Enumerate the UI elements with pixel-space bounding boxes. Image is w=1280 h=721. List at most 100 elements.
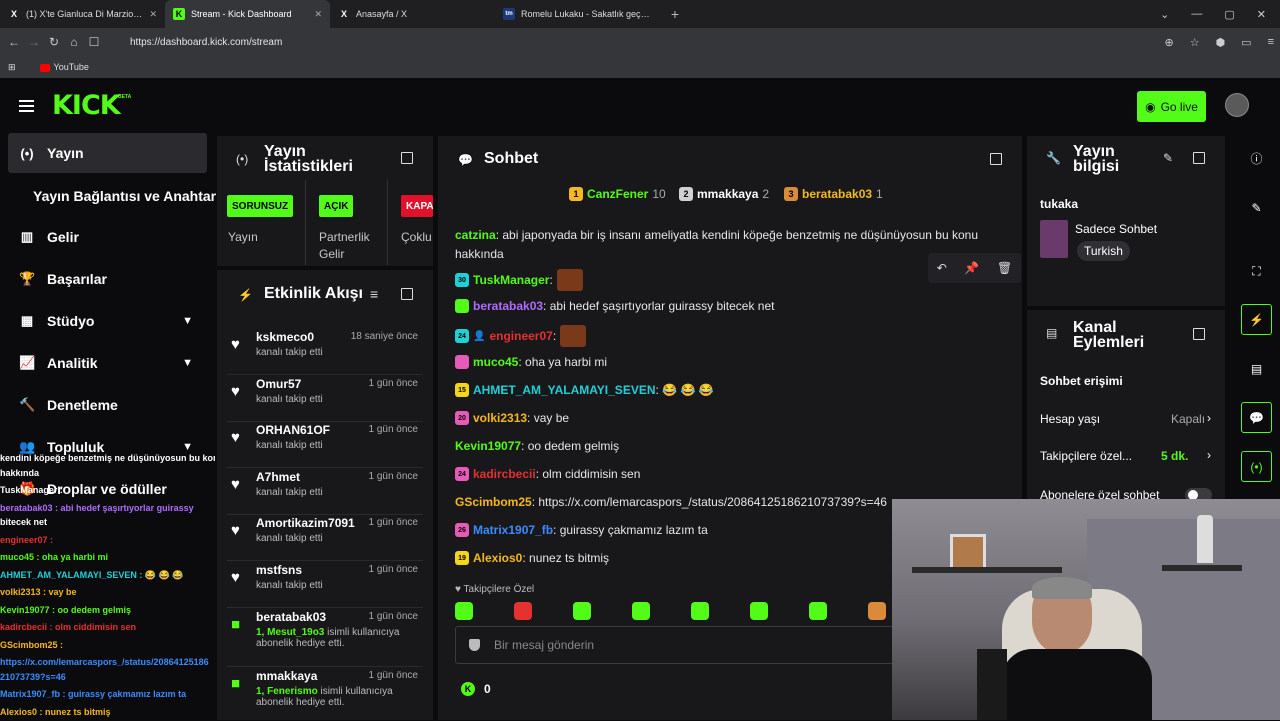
activity-user[interactable]: mmakkaya (256, 669, 317, 683)
activity-user[interactable]: kskmeco0 (256, 330, 314, 344)
chat-username[interactable]: volki2313 (473, 411, 527, 425)
minimize-icon[interactable]: — (1191, 8, 1202, 20)
kick-logo[interactable]: KICK (52, 90, 120, 121)
sidebar-icon[interactable]: ▭ (1241, 36, 1251, 49)
reload-icon[interactable]: ↻ (44, 35, 64, 49)
chat-bubble-icon[interactable]: 💬 (1241, 402, 1272, 433)
broadcast-icon[interactable]: (•) (1241, 451, 1272, 482)
activity-user[interactable]: beratabak03 (256, 610, 326, 624)
new-tab-icon[interactable]: + (665, 6, 685, 22)
close-window-icon[interactable]: ✕ (1257, 8, 1266, 21)
emote-icon[interactable] (573, 602, 591, 620)
popout-icon[interactable] (401, 288, 413, 300)
chevron-right-icon[interactable]: › (1207, 448, 1211, 462)
language-tag[interactable]: Turkish (1077, 241, 1130, 261)
activity-user[interactable]: ORHAN61OF (256, 423, 330, 437)
emote-icon[interactable] (691, 602, 709, 620)
setting-value[interactable]: Kapalı (1171, 412, 1205, 426)
chat-link[interactable]: : https://x.com/lemarcaspors_/status/208… (532, 495, 887, 509)
edit-icon[interactable]: ✎ (1163, 151, 1173, 165)
browser-tab[interactable]: X Anasayfa / X (330, 0, 495, 28)
info-icon[interactable]: ⓘ (1241, 143, 1272, 174)
popout-icon[interactable] (401, 152, 413, 164)
maximize-icon[interactable]: ▢ (1224, 8, 1234, 21)
pin-icon[interactable]: 📌 (964, 261, 979, 275)
chat-username[interactable]: kadircbecii (473, 467, 536, 481)
emote-icon[interactable] (455, 602, 473, 620)
sidebar-item-gelir[interactable]: ▥ Gelir (8, 217, 207, 257)
activity-user[interactable]: A7hmet (256, 470, 300, 484)
bookmark-youtube[interactable]: YouTube (40, 62, 89, 72)
delete-icon[interactable]: 🗑 (997, 261, 1012, 275)
chat-username[interactable]: Alexios0 (473, 551, 522, 565)
chevron-right-icon[interactable]: › (1207, 411, 1211, 425)
avatar[interactable] (1225, 93, 1249, 117)
emote-icon[interactable] (868, 602, 886, 620)
leaderboard-entry[interactable]: 2 mmakkaya 2 (679, 187, 769, 201)
gift-badge-icon (455, 299, 469, 313)
popout-icon[interactable] (1193, 152, 1205, 164)
lightning-icon[interactable]: ⚡ (1241, 304, 1272, 335)
chat-username[interactable]: beratabak03 (473, 299, 543, 313)
zoom-icon[interactable]: ⊕ (1164, 36, 1173, 49)
activity-user[interactable]: Omur57 (256, 377, 301, 391)
analytics-icon: 📈 (19, 355, 35, 371)
popout-icon[interactable] (1193, 328, 1205, 340)
kick-balance[interactable]: K 0 (461, 682, 491, 696)
bookmark-icon[interactable]: ☐ (84, 35, 104, 49)
browser-tab-active[interactable]: K Stream - Kick Dashboard ✕ (165, 0, 330, 28)
emote-icon[interactable] (632, 602, 650, 620)
home-icon[interactable]: ⌂ (64, 35, 84, 49)
leaderboard-entry[interactable]: 3 beratabak03 1 (784, 187, 883, 201)
activity-user[interactable]: mstfsns (256, 563, 302, 577)
sidebar-item-yayin[interactable]: (•) Yayın (8, 133, 207, 173)
leaderboard-entry[interactable]: 1 CanzFener 10 (569, 187, 666, 201)
sidebar-item-studyo[interactable]: ▦ Stüdyo ▼ (8, 301, 207, 341)
popout-icon[interactable] (990, 153, 1002, 165)
go-live-button[interactable]: ◉ Go live (1137, 91, 1206, 122)
chat-username[interactable]: TuskManager (473, 273, 549, 287)
activity-user[interactable]: Amortikazim7091 (256, 516, 355, 530)
chat-username[interactable]: AHMET_AM_YALAMAYI_SEVEN (473, 383, 656, 397)
chat-text: : abi japonyada bir iş insanı ameliyatla… (496, 228, 978, 242)
chat-username[interactable]: Kevin19077 (455, 439, 521, 453)
star-icon[interactable]: ☆ (1190, 36, 1200, 49)
back-icon[interactable]: ← (4, 35, 24, 49)
sidebar-item-stream-key[interactable]: Yayın Bağlantısı ve Anahtarı (33, 188, 220, 204)
chat-username[interactable]: catzina (455, 228, 496, 242)
url-field[interactable]: https://dashboard.kick.com/stream (130, 37, 282, 48)
chat-username[interactable]: muco45 (473, 355, 518, 369)
close-tab-icon[interactable]: ✕ (149, 9, 157, 20)
chat-username[interactable]: GScimbom25 (455, 495, 532, 509)
sidebar-item-denetleme[interactable]: 🔨 Denetleme (8, 385, 207, 425)
chat-username[interactable]: Matrix1907_fb (473, 523, 553, 537)
chat-username[interactable]: engineer07 (489, 329, 552, 343)
edit-icon[interactable]: ✎ (1241, 192, 1272, 223)
activity-recipient[interactable]: 1, Mesut_19o3 (256, 627, 324, 638)
sidebar-item-basarilar[interactable]: 🏆 Başarılar (8, 259, 207, 299)
sidebar-item-analitik[interactable]: 📈 Analitik ▼ (8, 343, 207, 383)
menu-icon[interactable]: ≡ (1268, 36, 1274, 49)
browser-tab[interactable]: X (1) X'te Gianluca Di Marzio: "@scnasi … (0, 0, 165, 28)
menu-icon[interactable] (19, 100, 34, 112)
screen-icon[interactable]: ⛶ (1241, 256, 1272, 287)
browser-tab[interactable]: tm Romelu Lukaku - Sakatlık geçmişi | Tr (495, 0, 665, 28)
close-tab-icon[interactable]: ✕ (314, 9, 322, 20)
extension-icon[interactable]: ⬢ (1216, 36, 1226, 49)
document-icon[interactable]: ▤ (1241, 353, 1272, 384)
chat-input[interactable]: Bir mesaj gönderin (455, 626, 905, 664)
emote-icon[interactable] (514, 602, 532, 620)
activity-item: ■ beratabak03 1 gün önce 1, Mesut_19o3 i… (217, 609, 433, 667)
wrench-icon: 🔧 (1046, 151, 1061, 165)
filter-icon[interactable]: ≡ (370, 286, 378, 302)
setting-value[interactable]: 5 dk. (1161, 449, 1188, 463)
forward-icon[interactable]: → (24, 35, 44, 49)
activity-recipient[interactable]: 1, Fenerismo (256, 686, 318, 697)
channel-icon: ▤ (1046, 326, 1057, 340)
partner-status-badge: AÇIK (319, 195, 353, 217)
emote-icon[interactable] (809, 602, 827, 620)
apps-icon[interactable]: ⊞ (8, 62, 16, 73)
emote-icon[interactable] (750, 602, 768, 620)
reply-icon[interactable]: ↶ (937, 261, 947, 275)
tab-list-icon[interactable]: ⌄ (1160, 8, 1169, 21)
